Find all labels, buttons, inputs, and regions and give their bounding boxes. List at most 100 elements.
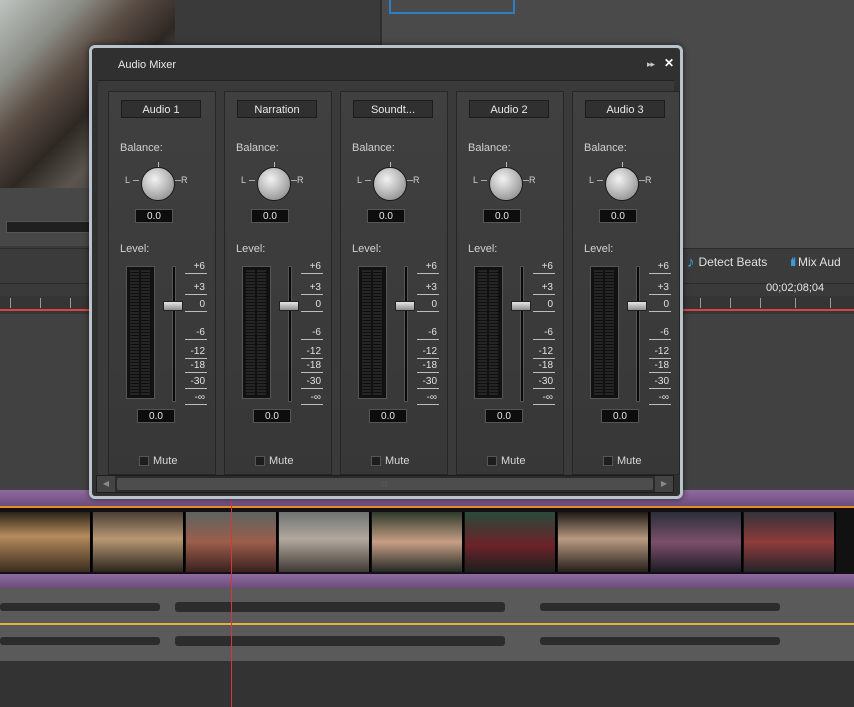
audio-volume-line[interactable] xyxy=(0,623,854,625)
checkbox-icon[interactable] xyxy=(371,456,381,466)
scale-tick-line xyxy=(301,388,323,389)
checkbox-icon[interactable] xyxy=(487,456,497,466)
mute-checkbox[interactable]: Mute xyxy=(371,455,409,467)
meter-bar-right xyxy=(373,270,382,395)
balance-value-field[interactable]: 0.0 xyxy=(599,209,637,223)
detect-beats-button[interactable]: ♪ Detect Beats xyxy=(687,252,767,272)
scale-tick-label: +3 xyxy=(309,282,321,293)
scale-tick-line xyxy=(649,372,671,373)
audio-mixer-window: Audio Mixer ▸▸ ✕ ◀ :::: ▶ Audio 1 Balance… xyxy=(89,45,683,499)
scale-tick-label: -6 xyxy=(660,327,669,338)
scale-tick-label: -∞ xyxy=(426,392,437,403)
level-fader-handle[interactable] xyxy=(163,301,183,311)
scale-tick-line xyxy=(185,294,207,295)
clip-frame xyxy=(93,512,185,572)
level-label: Level: xyxy=(236,243,266,255)
level-meter xyxy=(358,266,387,399)
level-value-field[interactable]: 0.0 xyxy=(137,409,175,423)
checkbox-icon[interactable] xyxy=(139,456,149,466)
timecode-readout: 00;02;08;04 xyxy=(766,282,825,294)
balance-knob[interactable] xyxy=(605,167,639,201)
meter-bar-left xyxy=(594,270,603,395)
mute-checkbox[interactable]: Mute xyxy=(139,455,177,467)
channel-name-field[interactable]: Soundt... xyxy=(353,100,433,118)
mute-checkbox[interactable]: Mute xyxy=(255,455,293,467)
balance-knob[interactable] xyxy=(489,167,523,201)
scale-tick-label: +6 xyxy=(193,261,205,272)
scrollbar-thumb[interactable]: :::: xyxy=(117,478,653,490)
level-fader-handle[interactable] xyxy=(279,301,299,311)
mute-label: Mute xyxy=(269,455,294,467)
balance-control: L R xyxy=(357,162,429,201)
channel-name-field[interactable]: Audio 1 xyxy=(121,100,201,118)
scale-tick-line xyxy=(649,273,671,274)
channel-strip: Audio 2 Balance: L R 0.0 Level: +6 +3 0 -6 -12… xyxy=(456,91,564,475)
balance-left-label: L xyxy=(241,175,247,185)
level-fader-handle[interactable] xyxy=(511,301,531,311)
meter-bar-right xyxy=(257,270,266,395)
balance-value-field[interactable]: 0.0 xyxy=(251,209,289,223)
panel-menu-icon[interactable]: ▸▸ xyxy=(647,59,655,70)
mix-audio-button[interactable]: ılıl Mix Aud xyxy=(790,252,841,272)
level-value-field[interactable]: 0.0 xyxy=(601,409,639,423)
scroll-right-icon[interactable]: ▶ xyxy=(655,476,673,492)
music-note-icon: ♪ xyxy=(687,253,695,271)
fader-track xyxy=(172,266,176,402)
channel-name-field[interactable]: Audio 3 xyxy=(585,100,665,118)
balance-knob[interactable] xyxy=(373,167,407,201)
balance-knob[interactable] xyxy=(257,167,291,201)
scale-tick-line xyxy=(533,294,555,295)
clip-frame xyxy=(279,512,371,572)
level-label: Level: xyxy=(120,243,150,255)
scale-tick-label: -30 xyxy=(306,376,321,387)
clip-frame xyxy=(372,512,464,572)
waveform-segment xyxy=(540,637,780,645)
meter-bar-right xyxy=(141,270,150,395)
level-value-field[interactable]: 0.0 xyxy=(369,409,407,423)
scroll-left-icon[interactable]: ◀ xyxy=(97,476,115,492)
scale-tick-line xyxy=(533,311,555,312)
mixer-horizontal-scrollbar[interactable]: ◀ :::: ▶ xyxy=(96,475,674,493)
checkbox-icon[interactable] xyxy=(603,456,613,466)
waveform-segment xyxy=(175,636,505,646)
audio-clip-waveform[interactable] xyxy=(0,588,854,661)
checkbox-icon[interactable] xyxy=(255,456,265,466)
mute-checkbox[interactable]: Mute xyxy=(603,455,641,467)
balance-control: L R xyxy=(473,162,545,201)
balance-right-label: R xyxy=(645,175,652,185)
level-value-field[interactable]: 0.0 xyxy=(253,409,291,423)
video-clip-filmstrip[interactable] xyxy=(0,506,854,576)
balance-control: L R xyxy=(241,162,313,201)
playhead[interactable] xyxy=(231,500,232,707)
scale-tick-label: -30 xyxy=(190,376,205,387)
balance-knob[interactable] xyxy=(141,167,175,201)
scale-tick-label: -18 xyxy=(538,360,553,371)
balance-value-field[interactable]: 0.0 xyxy=(367,209,405,223)
balance-value-field[interactable]: 0.0 xyxy=(135,209,173,223)
balance-label: Balance: xyxy=(120,142,163,154)
scale-tick-line xyxy=(301,372,323,373)
scale-tick-line xyxy=(533,339,555,340)
close-icon[interactable]: ✕ xyxy=(664,56,674,70)
channel-name-field[interactable]: Narration xyxy=(237,100,317,118)
scale-tick-label: -18 xyxy=(190,360,205,371)
scale-tick-line xyxy=(533,404,555,405)
scale-tick-label: -12 xyxy=(654,346,669,357)
mute-checkbox[interactable]: Mute xyxy=(487,455,525,467)
balance-label: Balance: xyxy=(584,142,627,154)
level-fader-handle[interactable] xyxy=(395,301,415,311)
scale-tick-line xyxy=(301,404,323,405)
level-value-field[interactable]: 0.0 xyxy=(485,409,523,423)
scale-tick-line xyxy=(185,339,207,340)
level-fader-handle[interactable] xyxy=(627,301,647,311)
scale-tick-label: -12 xyxy=(538,346,553,357)
channel-name-field[interactable]: Audio 2 xyxy=(469,100,549,118)
balance-right-label: R xyxy=(181,175,188,185)
balance-value-field[interactable]: 0.0 xyxy=(483,209,521,223)
scale-tick-label: +6 xyxy=(425,261,437,272)
scale-tick-label: -12 xyxy=(190,346,205,357)
waveform-segment xyxy=(0,603,160,611)
channel-strip: Soundt... Balance: L R 0.0 Level: +6 +3 0 -6 -… xyxy=(340,91,448,475)
detect-beats-label: Detect Beats xyxy=(698,255,768,269)
balance-control: L R xyxy=(125,162,197,201)
